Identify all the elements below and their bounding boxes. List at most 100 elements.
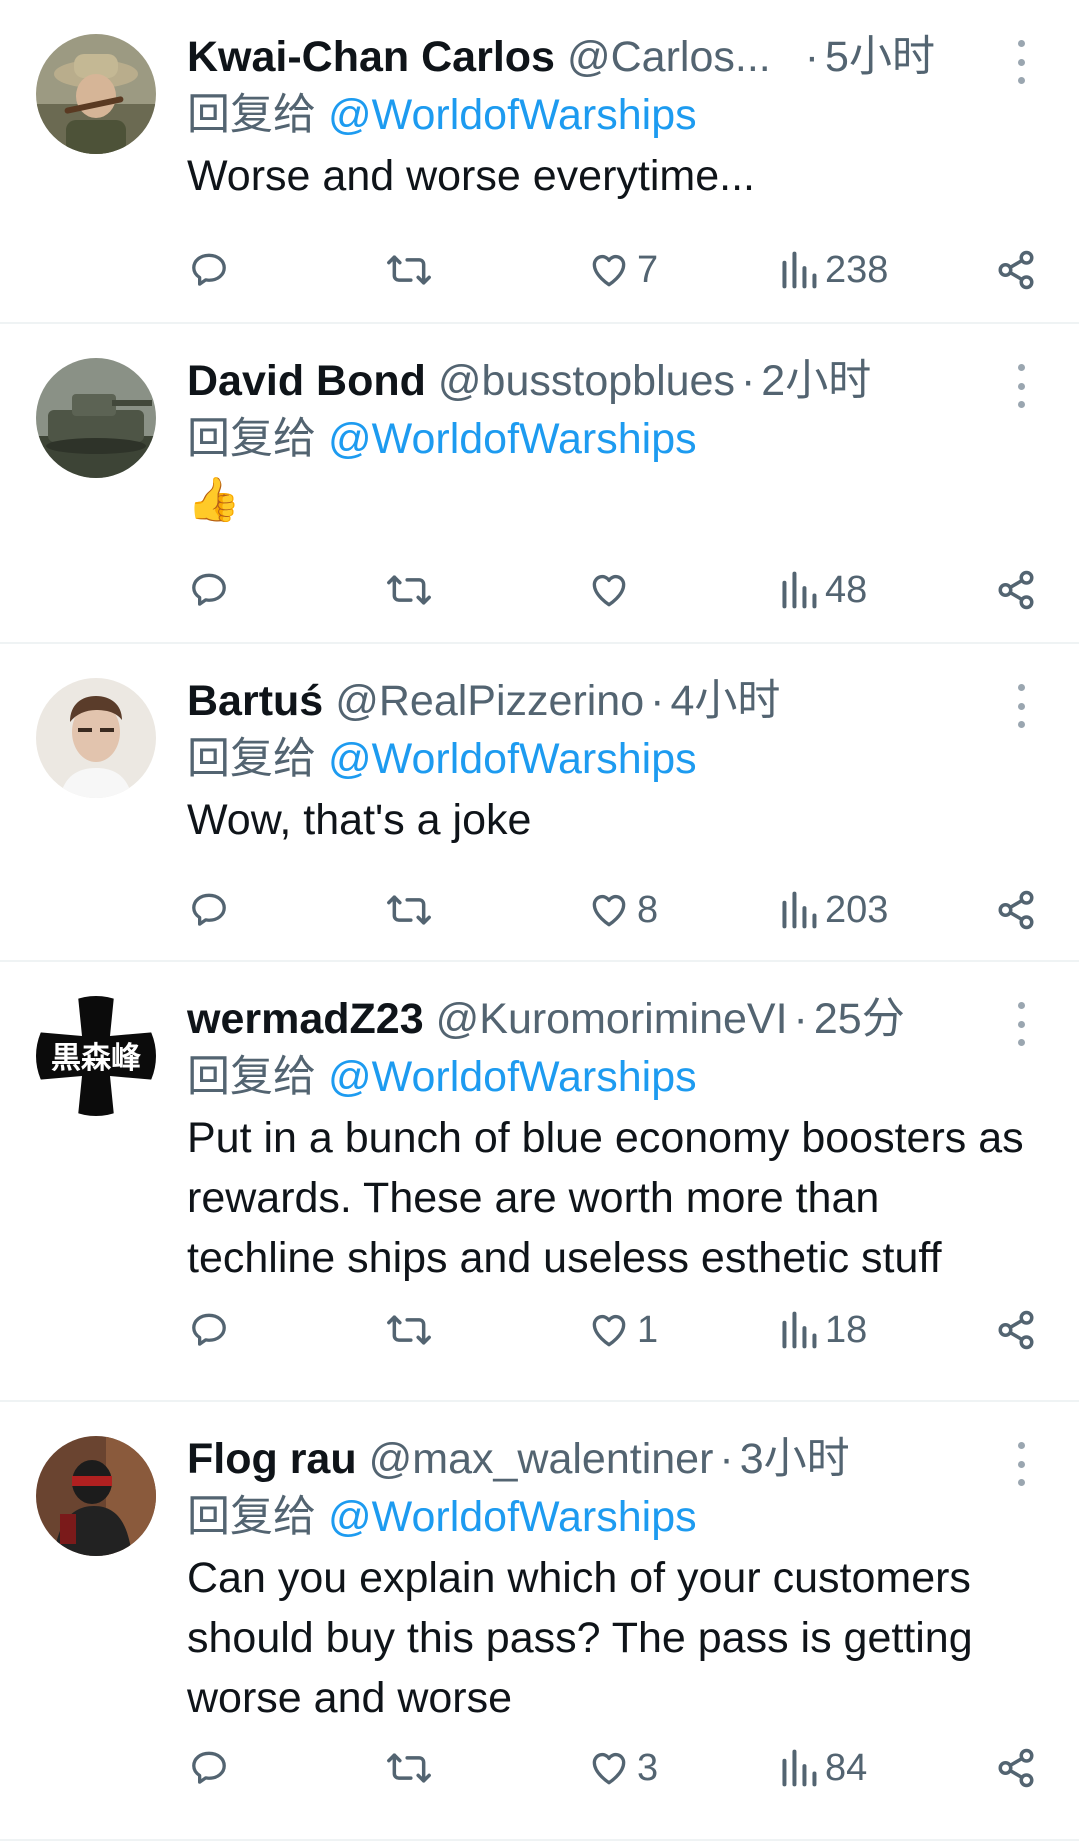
like-button[interactable]: 3 [587,1738,658,1798]
timestamp[interactable]: 5小时 [825,28,935,86]
avatar[interactable] [36,358,156,478]
reply-button[interactable] [187,880,231,940]
like-button[interactable] [587,560,637,620]
timestamp[interactable]: 2小时 [761,352,871,410]
tweet[interactable]: 黒森峰 wermadZ23 @KuromorimineVI · 25分 回复给 @… [0,962,1079,1402]
retweet-icon [387,895,431,925]
share-icon [998,250,1034,290]
share-button[interactable] [995,240,1037,300]
reply-feed: Kwai-Chan Carlos @Carlos... · 5小时 回复给 @Wo… [0,0,1079,1841]
avatar[interactable] [36,678,156,798]
heart-icon [592,1315,626,1347]
reply-to-line: 回复给 @WorldofWarships [187,1488,1039,1548]
mention-link[interactable]: @WorldofWarships [328,1493,697,1541]
heart-icon [592,255,626,287]
share-icon [998,570,1034,610]
display-name[interactable]: Bartuś [187,672,323,730]
share-icon [998,1748,1034,1788]
like-button[interactable]: 7 [587,240,658,300]
timestamp[interactable]: 25分 [814,990,905,1048]
like-button[interactable]: 1 [587,1300,658,1360]
reply-to-line: 回复给 @WorldofWarships [187,730,1039,790]
display-name[interactable]: David Bond [187,352,426,410]
separator-dot: · [793,995,808,1043]
mention-link[interactable]: @WorldofWarships [328,1053,697,1101]
user-handle[interactable]: @Carlos... [567,28,771,86]
reply-bubble-icon [192,1313,226,1346]
avatar[interactable] [36,1436,156,1556]
separator-dot: · [804,33,820,81]
reply-button[interactable] [187,560,231,620]
heart-icon [592,1753,626,1785]
action-bar: 1 18 [187,1300,1039,1360]
tweet[interactable]: Kwai-Chan Carlos @Carlos... · 5小时 回复给 @Wo… [0,0,1079,324]
like-button[interactable]: 8 [587,880,658,940]
action-bar: 7 238 [187,240,1039,300]
more-options-icon[interactable] [1011,1002,1031,1046]
like-count: 1 [637,1308,659,1351]
reply-button[interactable] [187,1300,231,1360]
view-count: 238 [825,248,889,291]
share-button[interactable] [995,560,1037,620]
avatar[interactable] [36,34,156,154]
user-handle[interactable]: @KuromorimineVI [436,990,788,1048]
retweet-button[interactable] [385,240,433,300]
display-name[interactable]: Flog rau [187,1430,357,1488]
share-button[interactable] [995,880,1037,940]
reply-bubble-icon [192,893,226,926]
retweet-icon [387,575,431,605]
action-bar: 3 84 [187,1738,1039,1798]
reply-button[interactable] [187,1738,231,1798]
reply-prefix: 回复给 [187,91,316,139]
reply-to-line: 回复给 @WorldofWarships [187,410,1039,470]
like-count: 7 [637,248,659,291]
user-handle[interactable]: @busstopblues [438,352,735,410]
retweet-icon [387,255,431,285]
avatar[interactable]: 黒森峰 [36,996,156,1116]
mention-link[interactable]: @WorldofWarships [328,735,697,783]
timestamp[interactable]: 3小时 [740,1430,850,1488]
more-options-icon[interactable] [1011,684,1031,728]
tweet[interactable]: David Bond @busstopblues · 2小时 回复给 @World… [0,324,1079,644]
views-button[interactable]: 203 [779,880,888,940]
mention-link[interactable]: @WorldofWarships [328,415,697,463]
share-button[interactable] [995,1738,1037,1798]
action-bar: 8 203 [187,880,1039,940]
like-count: 3 [637,1746,659,1789]
tweet[interactable]: Flog rau @max_walentiner · 3小时 回复给 @World… [0,1402,1079,1841]
reply-button[interactable] [187,240,231,300]
tweet-text: 👍 [187,475,241,525]
timestamp[interactable]: 4小时 [670,672,780,730]
share-button[interactable] [995,1300,1037,1360]
views-button[interactable]: 84 [779,1738,867,1798]
retweet-icon [387,1315,431,1345]
view-count: 203 [825,888,889,931]
tweet-text: Wow, that's a joke [187,796,532,844]
views-bar-icon [782,1749,817,1787]
views-button[interactable]: 48 [779,560,867,620]
retweet-button[interactable] [385,1300,433,1360]
views-button[interactable]: 18 [779,1300,867,1360]
views-button[interactable]: 238 [779,240,888,300]
retweet-button[interactable] [385,560,433,620]
tweet[interactable]: Bartuś @RealPizzerino · 4小时 回复给 @WorldofW… [0,644,1079,962]
display-name[interactable]: wermadZ23 [187,990,424,1048]
mention-link[interactable]: @WorldofWarships [328,91,697,139]
retweet-button[interactable] [385,880,433,940]
reply-prefix: 回复给 [187,1053,316,1101]
separator-dot: · [650,677,665,725]
retweet-icon [387,1753,431,1783]
more-options-icon[interactable] [1011,1442,1031,1486]
action-bar: 48 [187,560,1039,620]
user-handle[interactable]: @max_walentiner [369,1430,714,1488]
tweet-text: Can you explain which of your customers … [187,1554,973,1722]
view-count: 18 [825,1308,868,1351]
display-name[interactable]: Kwai-Chan Carlos [187,28,555,86]
retweet-button[interactable] [385,1738,433,1798]
heart-icon [592,575,626,607]
share-icon [998,1310,1034,1350]
reply-bubble-icon [192,573,226,606]
user-handle[interactable]: @RealPizzerino [335,672,644,730]
more-options-icon[interactable] [1011,364,1031,408]
more-options-icon[interactable] [1011,40,1031,84]
